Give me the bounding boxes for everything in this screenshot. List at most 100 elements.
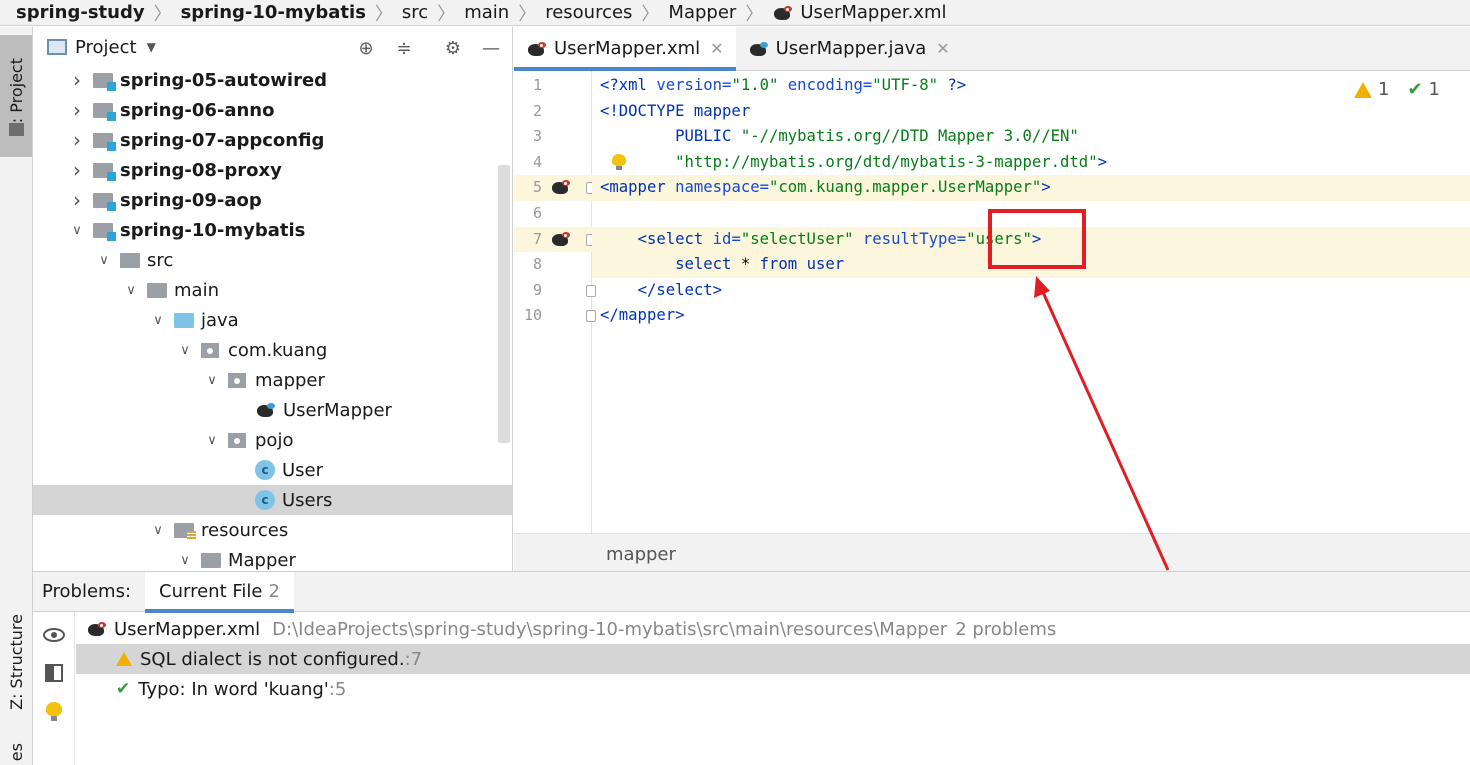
tree-item[interactable]: ∨ main	[33, 275, 512, 305]
project-panel-title[interactable]: Project	[75, 37, 137, 58]
locate-icon[interactable]: ⊕	[355, 37, 377, 59]
chevron-down-icon[interactable]: ∨	[204, 433, 220, 448]
project-tree: › spring-05-autowired › spring-06-anno › spri…	[33, 65, 512, 571]
tree-item[interactable]: ∨ src	[33, 245, 512, 275]
inspection-widget[interactable]: 1 ✔ 1	[1354, 79, 1440, 100]
problem-text: SQL dialect is not configured.	[140, 648, 405, 670]
eye-icon[interactable]	[43, 628, 65, 642]
tree-item[interactable]: ∨ mapper	[33, 365, 512, 395]
chevron-right-icon: 〉	[641, 3, 660, 25]
chevron-down-icon[interactable]: ∨	[150, 523, 166, 538]
tree-item[interactable]: c User	[33, 455, 512, 485]
code-line[interactable]: "http://mybatis.org/dtd/mybatis-3-mapper…	[592, 150, 1470, 176]
chevron-right-icon[interactable]: ›	[69, 128, 85, 152]
tree-item[interactable]: c Users	[33, 485, 512, 515]
tab-usermapper-java[interactable]: UserMapper.java ✕	[736, 27, 962, 70]
tree-item-label: spring-08-proxy	[120, 159, 282, 181]
close-icon[interactable]: ✕	[936, 39, 949, 58]
minimize-icon[interactable]: —	[480, 37, 502, 59]
code-line[interactable]: </mapper>	[592, 303, 1470, 329]
chevron-down-icon[interactable]: ∨	[96, 253, 112, 268]
tab-usermapper-xml[interactable]: UserMapper.xml ✕	[514, 27, 736, 71]
tree-item[interactable]: ∨ resources	[33, 515, 512, 545]
breadcrumb-item[interactable]: Mapper	[668, 2, 736, 23]
chevron-down-icon[interactable]: ∨	[150, 313, 166, 328]
mybatis-icon	[772, 4, 794, 22]
line-number: 7	[532, 229, 542, 248]
gear-icon[interactable]: ⚙	[442, 37, 464, 59]
collapse-all-icon[interactable]: ≑	[393, 37, 415, 59]
editor-breadcrumb-item[interactable]: mapper	[606, 544, 676, 565]
code-token: >	[1097, 152, 1107, 171]
lightbulb-icon[interactable]	[612, 153, 626, 170]
chevron-right-icon[interactable]: ›	[69, 68, 85, 92]
breadcrumb-item[interactable]: UserMapper.xml	[800, 2, 946, 23]
chevron-down-icon[interactable]: ▼	[147, 40, 156, 54]
code-token: id=	[712, 229, 741, 248]
project-panel: Project ▼ ⊕ ≑ ⚙ — › spring-05-autowired › s…	[33, 27, 513, 571]
editor-gutter[interactable]: 1 2 3 4 5 6 7 8 9 10	[514, 71, 596, 533]
tree-item[interactable]: › spring-08-proxy	[33, 155, 512, 185]
tree-item[interactable]: › spring-05-autowired	[33, 65, 512, 95]
tree-item[interactable]: UserMapper	[33, 395, 512, 425]
breadcrumb-item[interactable]: resources	[545, 2, 632, 23]
project-panel-header: Project ▼ ⊕ ≑ ⚙ —	[33, 27, 512, 67]
tree-item[interactable]: ∨ pojo	[33, 425, 512, 455]
tree-item[interactable]: ∨ spring-10-mybatis	[33, 215, 512, 245]
tree-item-label: spring-06-anno	[120, 99, 275, 121]
tree-item[interactable]: ∨ java	[33, 305, 512, 335]
navigate-to-java-icon[interactable]	[550, 230, 572, 248]
code-line[interactable]: PUBLIC "-//mybatis.org//DTD Mapper 3.0//…	[592, 124, 1470, 150]
navigate-to-java-icon[interactable]	[550, 178, 572, 196]
problems-label: Problems:	[42, 581, 132, 602]
code-line[interactable]: <!DOCTYPE mapper	[592, 99, 1470, 125]
chevron-right-icon[interactable]: ›	[69, 98, 85, 122]
tab-current-file[interactable]: Current File 2	[145, 571, 294, 613]
project-tool-tab[interactable]: 1: Project	[0, 35, 32, 157]
chevron-right-icon[interactable]: ›	[69, 158, 85, 182]
close-icon[interactable]: ✕	[710, 39, 723, 58]
chevron-down-icon[interactable]: ∨	[69, 223, 85, 238]
module-folder-icon	[93, 72, 116, 91]
code-line[interactable]: <mapper namespace="com.kuang.mapper.User…	[592, 175, 1470, 201]
tree-item-label: spring-10-mybatis	[120, 219, 306, 241]
lightbulb-icon[interactable]	[46, 702, 62, 722]
breadcrumb-item[interactable]: src	[402, 2, 428, 23]
tree-item[interactable]: › spring-09-aop	[33, 185, 512, 215]
module-folder-icon	[93, 162, 116, 181]
tree-item-label: src	[147, 249, 174, 271]
problem-item[interactable]: ✔ Typo: In word 'kuang' :5	[76, 674, 1470, 704]
chevron-down-icon[interactable]: ∨	[177, 553, 193, 568]
chevron-down-icon[interactable]: ∨	[204, 373, 220, 388]
chevron-down-icon[interactable]: ∨	[123, 283, 139, 298]
problem-file-row[interactable]: UserMapper.xml D:\IdeaProjects\spring-st…	[76, 614, 1470, 644]
code-line[interactable]: </select>	[592, 278, 1470, 304]
code-token: <mapper	[600, 178, 676, 197]
code-area[interactable]: <?xml version="1.0" encoding="UTF-8" ?> <…	[592, 71, 1470, 533]
line-number: 2	[532, 101, 542, 120]
problem-item[interactable]: SQL dialect is not configured. :7	[76, 644, 1470, 674]
tree-item[interactable]: › spring-06-anno	[33, 95, 512, 125]
editor-breadcrumb-bar: mapper	[514, 533, 1470, 571]
breadcrumb-item[interactable]: main	[464, 2, 509, 23]
project-scrollbar[interactable]	[498, 165, 510, 443]
project-view-icon	[47, 39, 67, 55]
code-token: "selectUser"	[740, 229, 863, 248]
tab-count: 2	[268, 581, 280, 602]
tree-item[interactable]: ∨ com.kuang	[33, 335, 512, 365]
tree-item[interactable]: › spring-07-appconfig	[33, 125, 512, 155]
chevron-right-icon[interactable]: ›	[69, 188, 85, 212]
favorites-tool-tab[interactable]: es	[0, 739, 32, 765]
line-number: 4	[532, 152, 542, 171]
preview-icon[interactable]	[45, 664, 63, 682]
breadcrumb-item[interactable]: spring-10-mybatis	[181, 2, 366, 23]
chevron-down-icon[interactable]: ∨	[177, 343, 193, 358]
problem-line: :5	[328, 678, 347, 700]
module-folder-icon	[93, 132, 116, 151]
tree-item[interactable]: ∨ Mapper	[33, 545, 512, 571]
code-line[interactable]: <?xml version="1.0" encoding="UTF-8" ?>	[592, 73, 1470, 99]
breadcrumb-item[interactable]: spring-study	[16, 2, 145, 23]
code-token: >	[1041, 178, 1051, 197]
structure-tool-tab[interactable]: Z: Structure	[0, 599, 32, 725]
mybatis-icon	[86, 620, 108, 638]
